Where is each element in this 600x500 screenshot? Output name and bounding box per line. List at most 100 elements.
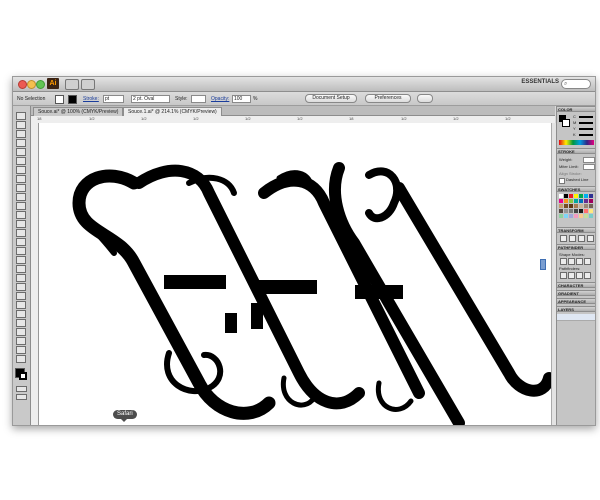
zoom-window-button[interactable] xyxy=(36,80,45,89)
artboard-canvas[interactable] xyxy=(39,123,551,425)
close-window-button[interactable] xyxy=(18,80,27,89)
column-graph-tool-icon[interactable] xyxy=(16,319,26,327)
symbol-sprayer-tool-icon[interactable] xyxy=(16,310,26,318)
swatch-chip[interactable] xyxy=(579,194,583,198)
swatch-chip[interactable] xyxy=(564,214,568,218)
tab-souce[interactable]: Souce.ai* @ 100% (CMYK/Preview) xyxy=(33,107,124,116)
swatch-chip[interactable] xyxy=(589,199,593,203)
color-panel-header[interactable]: COLOR xyxy=(557,106,595,112)
swatch-chip[interactable] xyxy=(559,209,563,213)
swatch-chip[interactable] xyxy=(564,199,568,203)
align-button[interactable] xyxy=(560,235,567,242)
swatch-chip[interactable] xyxy=(574,209,578,213)
m-slider[interactable] xyxy=(579,122,593,124)
rectangle-tool-icon[interactable] xyxy=(16,175,26,183)
unite-button[interactable] xyxy=(560,258,567,265)
layers-panel-header[interactable]: LAYERS xyxy=(557,306,595,312)
swatch-chip[interactable] xyxy=(584,199,588,203)
lasso-tool-icon[interactable] xyxy=(16,139,26,147)
rotate-tool-icon[interactable] xyxy=(16,220,26,228)
swatch-chip[interactable] xyxy=(589,194,593,198)
color-stroke-icon[interactable] xyxy=(562,119,570,127)
swatch-chip[interactable] xyxy=(569,204,573,208)
eraser-tool-icon[interactable] xyxy=(16,211,26,219)
opacity-label[interactable]: Opacity: xyxy=(211,96,229,102)
fill-swatch[interactable] xyxy=(55,95,64,104)
slice-tool-icon[interactable] xyxy=(16,337,26,345)
swatch-chip[interactable] xyxy=(579,204,583,208)
warp-tool-icon[interactable] xyxy=(16,238,26,246)
eyedropper-tool-icon[interactable] xyxy=(16,292,26,300)
appearance-panel-header[interactable]: APPEARANCE xyxy=(557,298,595,304)
swatch-chip[interactable] xyxy=(579,199,583,203)
pen-tool-icon[interactable] xyxy=(16,148,26,156)
intersect-button[interactable] xyxy=(576,258,583,265)
c-slider[interactable] xyxy=(579,116,593,118)
direct-selection-tool-icon[interactable] xyxy=(16,121,26,129)
merge-button[interactable] xyxy=(576,272,583,279)
brush-definition-field[interactable]: 2 pt. Oval xyxy=(131,95,170,103)
blend-tool-icon[interactable] xyxy=(16,301,26,309)
swatch-chip[interactable] xyxy=(559,194,563,198)
opacity-field[interactable]: 100 xyxy=(232,95,251,103)
swatch-chip[interactable] xyxy=(569,194,573,198)
hand-tool-icon[interactable] xyxy=(16,346,26,354)
swatch-chip[interactable] xyxy=(574,214,578,218)
swatch-chip[interactable] xyxy=(589,209,593,213)
blob-brush-tool-icon[interactable] xyxy=(16,202,26,210)
line-tool-icon[interactable] xyxy=(16,166,26,174)
stroke-weight-field[interactable]: pt xyxy=(103,95,124,103)
swatch-chip[interactable] xyxy=(559,204,563,208)
swatch-chip[interactable] xyxy=(564,194,568,198)
swatch-chip[interactable] xyxy=(559,214,563,218)
transform-panel-header[interactable]: TRANSFORM xyxy=(557,227,595,233)
gradient-panel-header[interactable]: GRADIENT xyxy=(557,290,595,296)
swatch-chip[interactable] xyxy=(569,214,573,218)
free-transform-tool-icon[interactable] xyxy=(16,247,26,255)
tab-souce-1[interactable]: Souce.1.ai* @ 214.1% (CMYK/Preview) xyxy=(123,107,222,116)
stroke-swatch[interactable] xyxy=(68,95,77,104)
swatch-chip[interactable] xyxy=(564,209,568,213)
pathfinder-panel-header[interactable]: PATHFINDER xyxy=(557,244,595,250)
swatch-chip[interactable] xyxy=(564,204,568,208)
bridge-icon[interactable] xyxy=(65,79,79,90)
stroke-panel-header[interactable]: STROKE xyxy=(557,148,595,154)
arrange-icon[interactable] xyxy=(417,94,433,103)
dashed-line-checkbox[interactable] xyxy=(559,178,565,184)
divide-button[interactable] xyxy=(560,272,567,279)
swatch-chip[interactable] xyxy=(584,204,588,208)
scale-tool-icon[interactable] xyxy=(16,229,26,237)
pencil-tool-icon[interactable] xyxy=(16,193,26,201)
stroke-color-icon[interactable] xyxy=(19,372,27,380)
gradient-tool-icon[interactable] xyxy=(16,283,26,291)
graphic-style-field[interactable] xyxy=(191,95,206,103)
crop-button[interactable] xyxy=(584,272,591,279)
swatches-panel-header[interactable]: SWATCHES xyxy=(557,186,595,192)
swatch-chip[interactable] xyxy=(584,209,588,213)
zoom-tool-icon[interactable] xyxy=(16,355,26,363)
k-slider[interactable] xyxy=(579,134,593,136)
swatch-chip[interactable] xyxy=(574,194,578,198)
artboard-tool-icon[interactable] xyxy=(16,328,26,336)
swatch-chip[interactable] xyxy=(579,214,583,218)
color-spectrum[interactable] xyxy=(559,140,594,145)
workspace-switcher[interactable]: ESSENTIALS xyxy=(521,79,559,85)
document-setup-button[interactable]: Document Setup xyxy=(305,94,357,103)
swatch-chip[interactable] xyxy=(589,204,593,208)
swatch-chip[interactable] xyxy=(559,199,563,203)
weight-field[interactable] xyxy=(583,157,595,163)
swatch-chip[interactable] xyxy=(569,199,573,203)
align-button[interactable] xyxy=(569,235,576,242)
minimize-window-button[interactable] xyxy=(27,80,36,89)
paintbrush-tool-icon[interactable] xyxy=(16,184,26,192)
swatch-chip[interactable] xyxy=(584,194,588,198)
magic-wand-tool-icon[interactable] xyxy=(16,130,26,138)
swatch-chip[interactable] xyxy=(579,209,583,213)
swatch-chip[interactable] xyxy=(574,199,578,203)
type-tool-icon[interactable] xyxy=(16,157,26,165)
swatch-chip[interactable] xyxy=(584,214,588,218)
exclude-button[interactable] xyxy=(584,258,591,265)
character-panel-header[interactable]: CHARACTER xyxy=(557,282,595,288)
align-button[interactable] xyxy=(587,235,594,242)
shape-builder-tool-icon[interactable] xyxy=(16,256,26,264)
